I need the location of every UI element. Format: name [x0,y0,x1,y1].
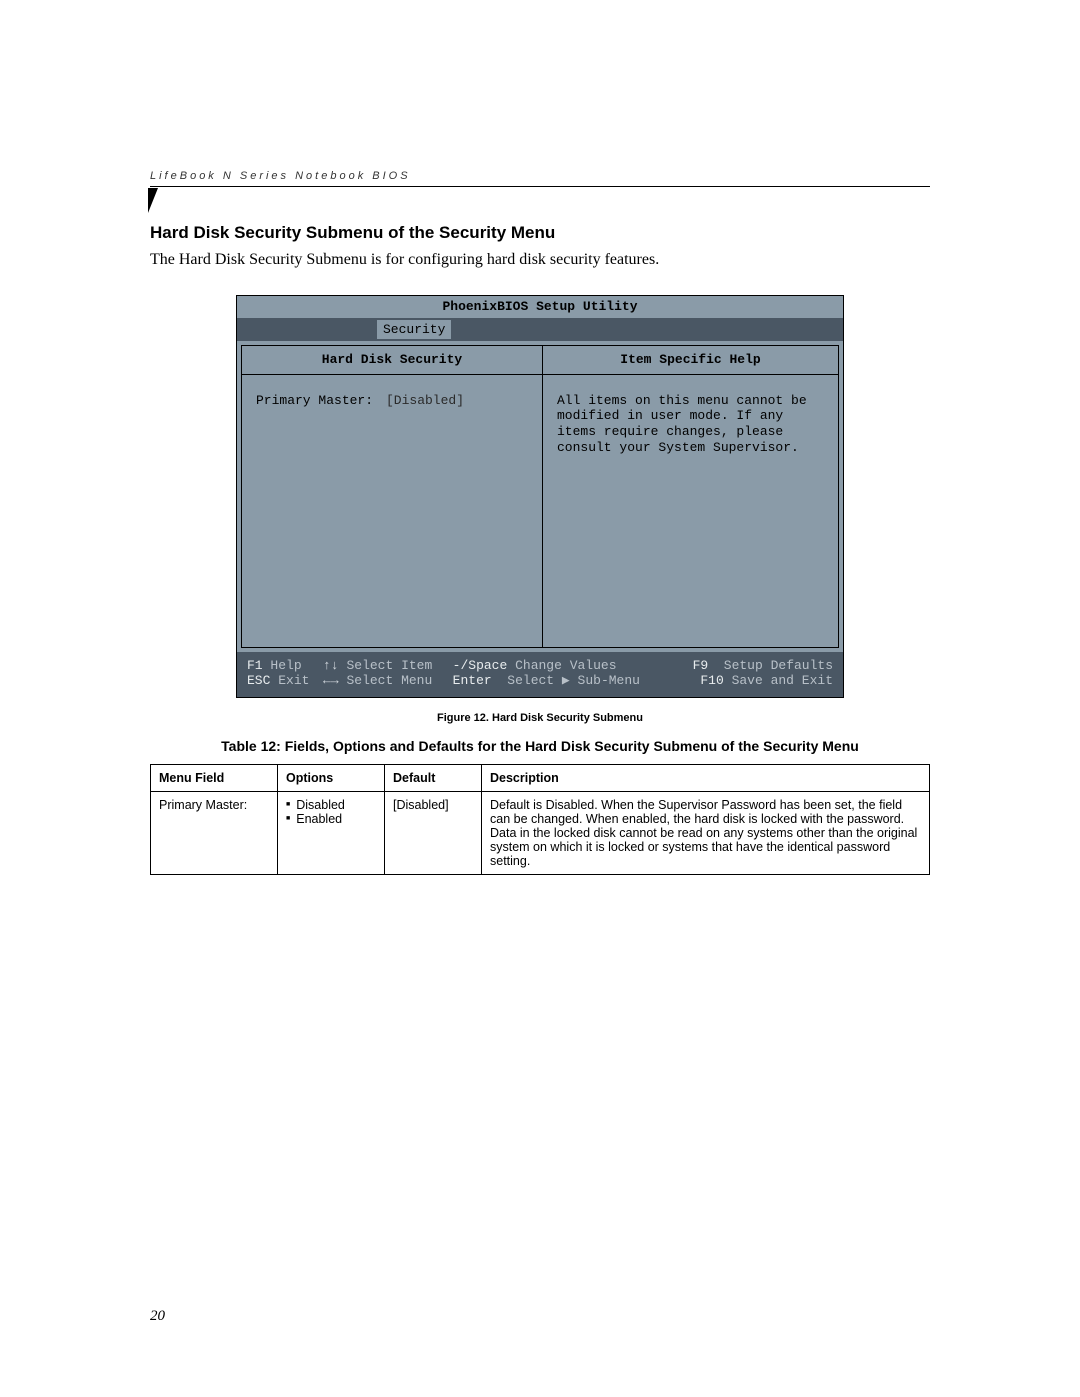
table-caption: Table 12: Fields, Options and Defaults f… [150,738,930,754]
cell-menu-field: Primary Master: [151,791,278,874]
key-f10: F10 [700,673,723,688]
header-ornament [148,188,158,213]
label-help: Help [270,658,301,673]
document-page: LifeBook N Series Notebook BIOS Hard Dis… [0,0,1080,1397]
leftright-icon: ←→ [323,673,339,688]
bios-help-heading: Item Specific Help [543,346,838,375]
bios-body: Hard Disk Security Primary Master: [Disa… [237,341,843,652]
bios-field-value: [Disabled] [386,393,464,409]
triangle-icon: ▶ [562,673,570,688]
label-select-item: Select Item [346,658,432,673]
cell-description: Default is Disabled. When the Supervisor… [482,791,930,874]
th-description: Description [482,764,930,791]
running-header: LifeBook N Series Notebook BIOS [150,170,930,187]
table-header-row: Menu Field Options Default Description [151,764,930,791]
updown-icon: ↑↓ [323,658,339,673]
bios-screenshot: PhoenixBIOS Setup Utility Security Hard … [236,295,844,698]
th-default: Default [385,764,482,791]
key-f1: F1 [247,658,263,673]
bios-title: PhoenixBIOS Setup Utility [237,296,843,318]
cell-default: [Disabled] [385,791,482,874]
key-f9: F9 [693,658,709,673]
label-select-submenu-pre: Select [507,673,562,688]
section-heading: Hard Disk Security Submenu of the Securi… [150,223,930,243]
page-number: 20 [150,1308,165,1325]
option-enabled: Enabled [286,812,376,826]
label-change-values: Change Values [515,658,616,673]
label-save-exit: Save and Exit [732,673,833,688]
bios-help-text: All items on this menu cannot be modifie… [543,375,838,647]
figure-caption: Figure 12. Hard Disk Security Submenu [150,712,930,724]
label-exit: Exit [278,673,309,688]
option-disabled: Disabled [286,798,376,812]
bios-footer: F1 Help ↑↓ Select Item -/Space Change Va… [237,652,843,697]
tab-security: Security [377,320,451,340]
th-menu-field: Menu Field [151,764,278,791]
key-enter: Enter [453,673,492,688]
bios-tab-bar: Security [237,318,843,342]
intro-paragraph: The Hard Disk Security Submenu is for co… [150,251,930,269]
bios-left-heading: Hard Disk Security [242,346,542,375]
th-options: Options [278,764,385,791]
table-row: Primary Master: Disabled Enabled [Disabl… [151,791,930,874]
bios-field-row: Primary Master: [Disabled] [256,393,528,409]
cell-options: Disabled Enabled [278,791,385,874]
label-select-submenu-post: Sub-Menu [570,673,640,688]
bios-help-panel: Item Specific Help All items on this men… [542,345,839,648]
label-select-menu: Select Menu [346,673,432,688]
bios-left-panel: Hard Disk Security Primary Master: [Disa… [241,345,542,648]
bios-field-label: Primary Master: [256,393,386,409]
fields-table: Menu Field Options Default Description P… [150,764,930,875]
key-esc: ESC [247,673,270,688]
label-setup-defaults: Setup Defaults [724,658,833,673]
key-minusspace: -/Space [453,658,508,673]
